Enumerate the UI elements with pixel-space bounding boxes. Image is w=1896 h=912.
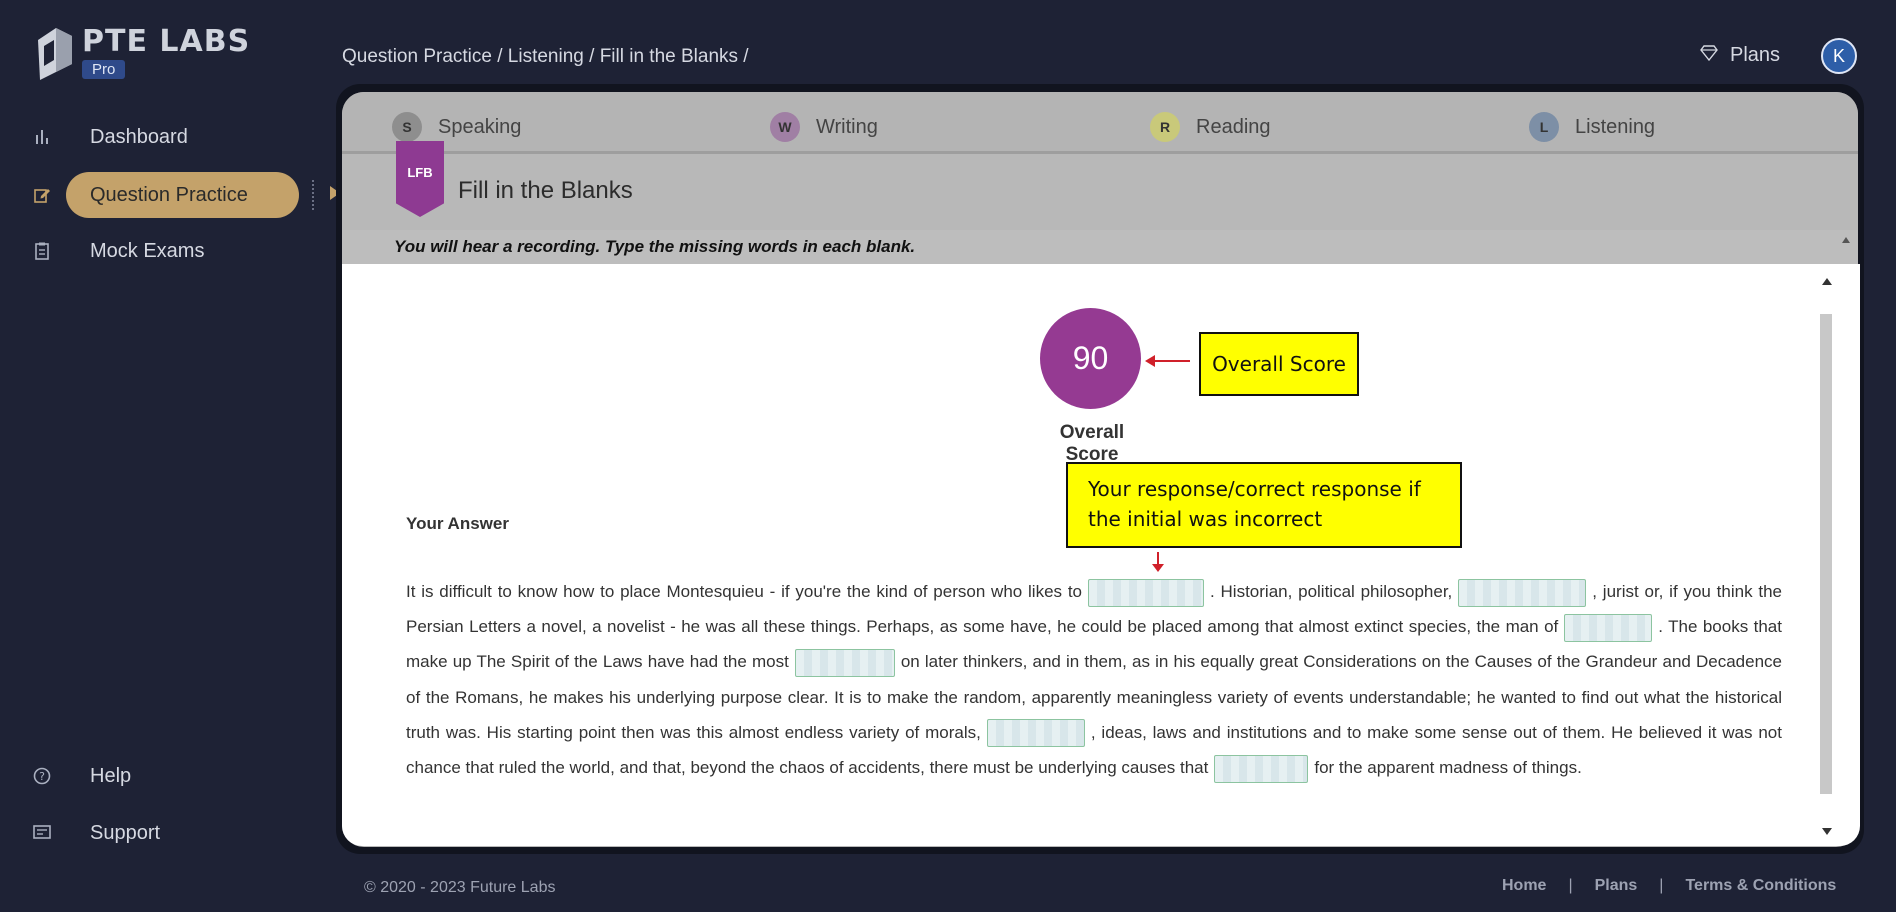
result-modal: 90 Overall Score Overall Score Your resp… (342, 264, 1860, 846)
section-tabs: S Speaking W Writing R Reading L Listeni… (342, 92, 1858, 154)
footer-link-terms[interactable]: Terms & Conditions (1685, 877, 1836, 895)
sidebar-item-help[interactable]: ? Help (0, 753, 330, 799)
breadcrumb[interactable]: Question Practice / Listening / Fill in … (342, 46, 749, 68)
listening-icon: L (1529, 112, 1559, 142)
answer-passage: It is difficult to know how to place Mon… (406, 574, 1782, 785)
scroll-thumb[interactable] (1820, 314, 1832, 794)
arrow-left-icon (1145, 355, 1155, 367)
sidebar-item-label: Question Practice (90, 183, 248, 206)
footer-links: Home | Plans | Terms & Conditions (1502, 877, 1836, 895)
sidebar-item-label: Support (90, 821, 161, 844)
footer-separator: | (1659, 877, 1664, 894)
answer-blank (794, 648, 895, 677)
tab-label: Writing (816, 115, 878, 138)
sidebar-item-support[interactable]: Support (0, 810, 330, 856)
answer-blank (1214, 754, 1309, 783)
logo-icon (38, 28, 72, 80)
sidebar-item-label: Mock Exams (90, 239, 205, 262)
divider (312, 180, 314, 210)
tab-reading[interactable]: R Reading (1150, 112, 1271, 142)
answer-blank (986, 719, 1085, 748)
clipboard-icon (32, 241, 52, 261)
sidebar-item-label: Help (90, 764, 132, 787)
question-title: Fill in the Blanks (458, 177, 633, 204)
modal-scrollbar[interactable] (1818, 278, 1834, 836)
reading-icon: R (1150, 112, 1180, 142)
diamond-icon (1700, 45, 1718, 66)
edit-icon (32, 185, 52, 205)
annotation-arrow (1150, 360, 1190, 362)
sidebar-item-label: Dashboard (90, 125, 188, 148)
avatar[interactable]: K (1821, 38, 1857, 74)
svg-text:?: ? (39, 770, 45, 783)
tab-label: Reading (1196, 115, 1271, 138)
plans-link[interactable]: Plans (1700, 44, 1780, 67)
tab-speaking[interactable]: S Speaking (392, 112, 521, 142)
speaking-icon: S (392, 112, 422, 142)
tab-writing[interactable]: W Writing (770, 112, 878, 142)
question-header: LFB Fill in the Blanks (342, 141, 1858, 227)
help-icon: ? (32, 766, 52, 786)
passage-text: for the apparent madness of things. (1314, 758, 1582, 778)
writing-icon: W (770, 112, 800, 142)
tab-label: Listening (1575, 115, 1656, 138)
instruction-text: You will hear a recording. Type the miss… (394, 237, 916, 256)
footer-separator: | (1568, 877, 1573, 894)
footer-copyright: © 2020 - 2023 Future Labs (364, 879, 556, 896)
footer-link-plans[interactable]: Plans (1595, 877, 1638, 895)
support-icon (32, 823, 52, 843)
footer-link-home[interactable]: Home (1502, 877, 1546, 895)
tab-listening[interactable]: L Listening (1529, 112, 1655, 142)
answer-blank (1458, 578, 1587, 607)
answer-blank (1564, 613, 1653, 642)
logo-badge: Pro (82, 60, 126, 79)
scroll-up-icon[interactable] (1842, 237, 1850, 243)
logo-title: PTE LABS (82, 24, 251, 59)
overall-score-callout: Overall Score (1199, 332, 1359, 396)
scroll-up-icon[interactable] (1822, 278, 1832, 285)
sidebar-item-mock-exams[interactable]: Mock Exams (0, 228, 330, 274)
question-type-badge: LFB (396, 141, 444, 217)
sidebar-item-question-practice[interactable]: Question Practice (0, 172, 340, 218)
tab-label: Speaking (438, 115, 522, 138)
logo[interactable]: PTE LABS Pro (36, 26, 250, 82)
answer-blank (1088, 578, 1205, 607)
instruction-bar: You will hear a recording. Type the miss… (342, 230, 1858, 266)
passage-text: . Historian, political philosopher, (1210, 582, 1453, 601)
bar-chart-icon (32, 127, 52, 147)
your-answer-heading: Your Answer (406, 514, 509, 533)
overall-score-label: Overall Score (1059, 422, 1125, 465)
sidebar-item-dashboard[interactable]: Dashboard (0, 114, 330, 160)
scroll-down-icon[interactable] (1822, 828, 1832, 835)
passage-text: It is difficult to know how to place Mon… (406, 582, 1083, 601)
response-callout: Your response/correct response if the in… (1066, 462, 1462, 548)
sidebar: PTE LABS Pro Dashboard Question Practice… (0, 0, 340, 912)
plans-label: Plans (1730, 44, 1781, 66)
score-circle: 90 (1040, 308, 1141, 409)
arrow-down-icon (1152, 564, 1164, 572)
